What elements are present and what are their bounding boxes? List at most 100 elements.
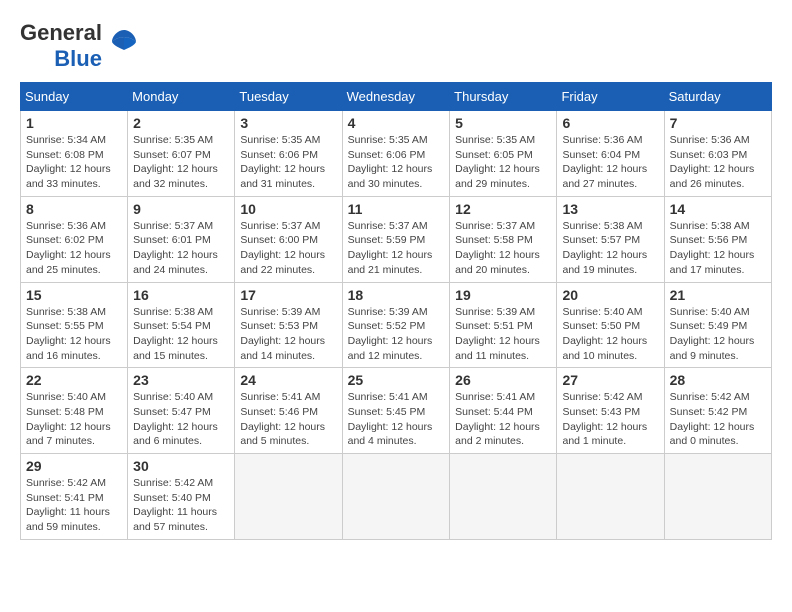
day-info: Sunrise: 5:38 AMSunset: 5:56 PMDaylight:…: [670, 219, 766, 278]
calendar-cell: 1 Sunrise: 5:34 AMSunset: 6:08 PMDaylight…: [21, 111, 128, 197]
day-info: Sunrise: 5:37 AMSunset: 5:58 PMDaylight:…: [455, 219, 551, 278]
day-number: 28: [670, 372, 766, 388]
day-number: 11: [348, 201, 445, 217]
day-number: 4: [348, 115, 445, 131]
day-info: Sunrise: 5:41 AMSunset: 5:44 PMDaylight:…: [455, 390, 551, 449]
calendar-cell: 5 Sunrise: 5:35 AMSunset: 6:05 PMDaylight…: [450, 111, 557, 197]
day-info: Sunrise: 5:38 AMSunset: 5:57 PMDaylight:…: [562, 219, 658, 278]
day-number: 10: [240, 201, 336, 217]
day-number: 19: [455, 287, 551, 303]
calendar-week-1: 1 Sunrise: 5:34 AMSunset: 6:08 PMDaylight…: [21, 111, 772, 197]
day-number: 6: [562, 115, 658, 131]
day-info: Sunrise: 5:40 AMSunset: 5:49 PMDaylight:…: [670, 305, 766, 364]
calendar-cell: [342, 454, 450, 540]
day-info: Sunrise: 5:42 AMSunset: 5:40 PMDaylight:…: [133, 476, 229, 535]
calendar-cell: 24 Sunrise: 5:41 AMSunset: 5:46 PMDayligh…: [235, 368, 342, 454]
calendar-cell: 8 Sunrise: 5:36 AMSunset: 6:02 PMDaylight…: [21, 196, 128, 282]
calendar-cell: 22 Sunrise: 5:40 AMSunset: 5:48 PMDayligh…: [21, 368, 128, 454]
day-number: 17: [240, 287, 336, 303]
day-info: Sunrise: 5:40 AMSunset: 5:48 PMDaylight:…: [26, 390, 122, 449]
day-info: Sunrise: 5:36 AMSunset: 6:03 PMDaylight:…: [670, 133, 766, 192]
day-number: 1: [26, 115, 122, 131]
day-info: Sunrise: 5:39 AMSunset: 5:52 PMDaylight:…: [348, 305, 445, 364]
day-info: Sunrise: 5:38 AMSunset: 5:55 PMDaylight:…: [26, 305, 122, 364]
day-info: Sunrise: 5:39 AMSunset: 5:51 PMDaylight:…: [455, 305, 551, 364]
day-number: 26: [455, 372, 551, 388]
col-header-thursday: Thursday: [450, 83, 557, 111]
day-info: Sunrise: 5:37 AMSunset: 6:01 PMDaylight:…: [133, 219, 229, 278]
day-info: Sunrise: 5:39 AMSunset: 5:53 PMDaylight:…: [240, 305, 336, 364]
day-info: Sunrise: 5:42 AMSunset: 5:42 PMDaylight:…: [670, 390, 766, 449]
day-number: 2: [133, 115, 229, 131]
day-number: 30: [133, 458, 229, 474]
calendar-week-5: 29Sunrise: 5:42 AMSunset: 5:41 PMDayligh…: [21, 454, 772, 540]
calendar-cell: [664, 454, 771, 540]
day-info: Sunrise: 5:36 AMSunset: 6:04 PMDaylight:…: [562, 133, 658, 192]
calendar-cell: 12Sunrise: 5:37 AMSunset: 5:58 PMDayligh…: [450, 196, 557, 282]
calendar-cell: 18 Sunrise: 5:39 AMSunset: 5:52 PMDayligh…: [342, 282, 450, 368]
calendar-cell: [235, 454, 342, 540]
calendar-table: SundayMondayTuesdayWednesdayThursdayFrid…: [20, 82, 772, 540]
day-info: Sunrise: 5:34 AMSunset: 6:08 PMDaylight:…: [26, 133, 122, 192]
col-header-friday: Friday: [557, 83, 664, 111]
day-number: 3: [240, 115, 336, 131]
page-header: General Blue: [20, 20, 772, 72]
calendar-cell: 6 Sunrise: 5:36 AMSunset: 6:04 PMDaylight…: [557, 111, 664, 197]
day-info: Sunrise: 5:41 AMSunset: 5:45 PMDaylight:…: [348, 390, 445, 449]
day-number: 22: [26, 372, 122, 388]
logo-text-line2: Blue: [54, 46, 102, 72]
col-header-saturday: Saturday: [664, 83, 771, 111]
calendar-cell: 4 Sunrise: 5:35 AMSunset: 6:06 PMDaylight…: [342, 111, 450, 197]
day-number: 13: [562, 201, 658, 217]
day-info: Sunrise: 5:41 AMSunset: 5:46 PMDaylight:…: [240, 390, 336, 449]
calendar-cell: 25Sunrise: 5:41 AMSunset: 5:45 PMDayligh…: [342, 368, 450, 454]
day-info: Sunrise: 5:40 AMSunset: 5:47 PMDaylight:…: [133, 390, 229, 449]
day-number: 27: [562, 372, 658, 388]
calendar-cell: 14 Sunrise: 5:38 AMSunset: 5:56 PMDayligh…: [664, 196, 771, 282]
logo: General Blue: [20, 20, 142, 72]
logo-text-line1: General: [20, 20, 102, 46]
calendar-week-2: 8 Sunrise: 5:36 AMSunset: 6:02 PMDaylight…: [21, 196, 772, 282]
calendar-cell: 16 Sunrise: 5:38 AMSunset: 5:54 PMDayligh…: [128, 282, 235, 368]
day-info: Sunrise: 5:35 AMSunset: 6:07 PMDaylight:…: [133, 133, 229, 192]
calendar-cell: 17 Sunrise: 5:39 AMSunset: 5:53 PMDayligh…: [235, 282, 342, 368]
day-number: 23: [133, 372, 229, 388]
day-info: Sunrise: 5:40 AMSunset: 5:50 PMDaylight:…: [562, 305, 658, 364]
col-header-monday: Monday: [128, 83, 235, 111]
calendar-header-row: SundayMondayTuesdayWednesdayThursdayFrid…: [21, 83, 772, 111]
day-info: Sunrise: 5:37 AMSunset: 6:00 PMDaylight:…: [240, 219, 336, 278]
calendar-cell: 11 Sunrise: 5:37 AMSunset: 5:59 PMDayligh…: [342, 196, 450, 282]
calendar-cell: 29Sunrise: 5:42 AMSunset: 5:41 PMDayligh…: [21, 454, 128, 540]
day-info: Sunrise: 5:35 AMSunset: 6:06 PMDaylight:…: [240, 133, 336, 192]
calendar-week-3: 15Sunrise: 5:38 AMSunset: 5:55 PMDayligh…: [21, 282, 772, 368]
calendar-week-4: 22 Sunrise: 5:40 AMSunset: 5:48 PMDayligh…: [21, 368, 772, 454]
day-number: 8: [26, 201, 122, 217]
day-number: 7: [670, 115, 766, 131]
calendar-cell: 13 Sunrise: 5:38 AMSunset: 5:57 PMDayligh…: [557, 196, 664, 282]
day-number: 24: [240, 372, 336, 388]
calendar-cell: 7 Sunrise: 5:36 AMSunset: 6:03 PMDaylight…: [664, 111, 771, 197]
day-number: 21: [670, 287, 766, 303]
calendar-cell: 2 Sunrise: 5:35 AMSunset: 6:07 PMDaylight…: [128, 111, 235, 197]
calendar-cell: 21 Sunrise: 5:40 AMSunset: 5:49 PMDayligh…: [664, 282, 771, 368]
day-info: Sunrise: 5:36 AMSunset: 6:02 PMDaylight:…: [26, 219, 122, 278]
calendar-cell: 20Sunrise: 5:40 AMSunset: 5:50 PMDayligh…: [557, 282, 664, 368]
day-number: 5: [455, 115, 551, 131]
calendar-cell: 10 Sunrise: 5:37 AMSunset: 6:00 PMDayligh…: [235, 196, 342, 282]
day-info: Sunrise: 5:35 AMSunset: 6:05 PMDaylight:…: [455, 133, 551, 192]
calendar-cell: 9Sunrise: 5:37 AMSunset: 6:01 PMDaylight…: [128, 196, 235, 282]
calendar-cell: 30 Sunrise: 5:42 AMSunset: 5:40 PMDayligh…: [128, 454, 235, 540]
logo-bird-icon: [106, 22, 142, 65]
day-info: Sunrise: 5:35 AMSunset: 6:06 PMDaylight:…: [348, 133, 445, 192]
day-number: 14: [670, 201, 766, 217]
day-info: Sunrise: 5:38 AMSunset: 5:54 PMDaylight:…: [133, 305, 229, 364]
day-info: Sunrise: 5:42 AMSunset: 5:43 PMDaylight:…: [562, 390, 658, 449]
calendar-cell: 19 Sunrise: 5:39 AMSunset: 5:51 PMDayligh…: [450, 282, 557, 368]
day-info: Sunrise: 5:37 AMSunset: 5:59 PMDaylight:…: [348, 219, 445, 278]
calendar-cell: 15Sunrise: 5:38 AMSunset: 5:55 PMDayligh…: [21, 282, 128, 368]
day-number: 18: [348, 287, 445, 303]
day-info: Sunrise: 5:42 AMSunset: 5:41 PMDaylight:…: [26, 476, 122, 535]
day-number: 16: [133, 287, 229, 303]
calendar-cell: 23 Sunrise: 5:40 AMSunset: 5:47 PMDayligh…: [128, 368, 235, 454]
calendar-cell: 3 Sunrise: 5:35 AMSunset: 6:06 PMDaylight…: [235, 111, 342, 197]
